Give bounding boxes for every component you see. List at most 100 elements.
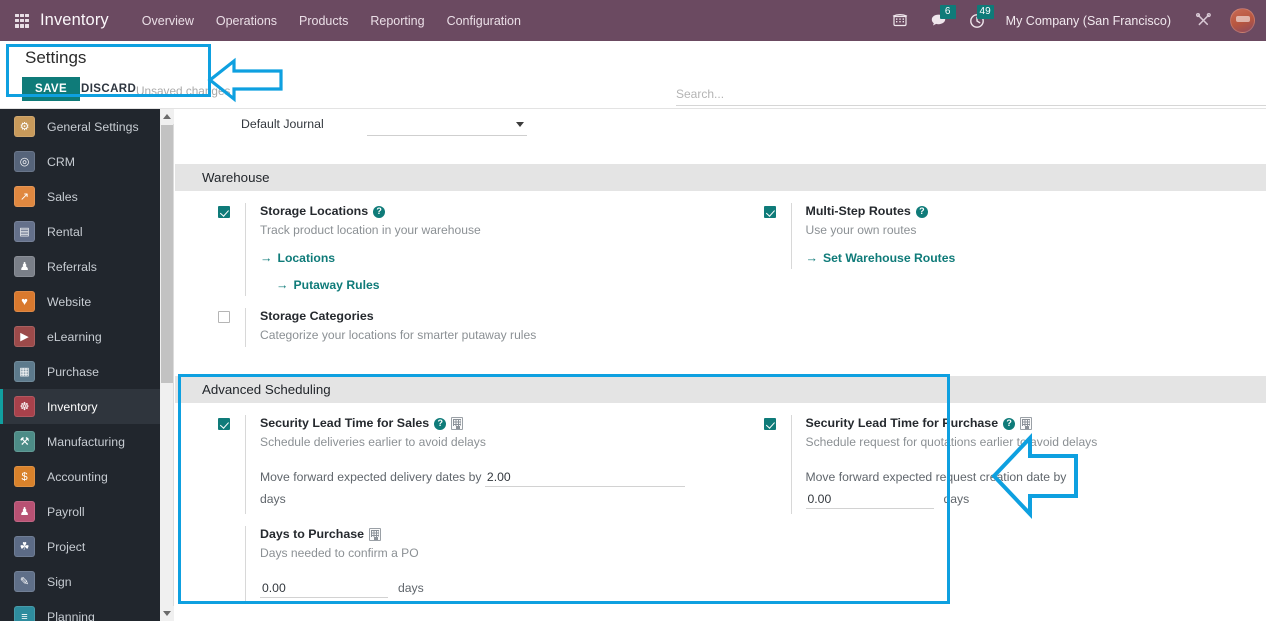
setting-body: Storage Categories Categorize your locati…: [245, 308, 721, 347]
security-lead-time-sales-input[interactable]: [484, 469, 685, 487]
link-set-warehouse-routes[interactable]: → Set Warehouse Routes: [806, 251, 1266, 265]
sidebar-item-referrals[interactable]: ♟ Referrals: [0, 249, 160, 284]
settings-sidebar: ⚙ General Settings ◎ CRM ↗ Sales ▤ Rental ♟ Refer…: [0, 109, 160, 621]
apps-grid-icon[interactable]: [15, 13, 29, 28]
sidebar-item-purchase[interactable]: ▦ Purchase: [0, 354, 160, 389]
company-selector[interactable]: My Company (San Francisco): [996, 14, 1184, 28]
setting-field-days-to-purchase: days: [260, 577, 721, 599]
sidebar-item-sign[interactable]: ✎ Sign: [0, 564, 160, 599]
link-putaway-rules[interactable]: → Putaway Rules: [276, 278, 721, 292]
setting-title: Multi-Step Routes?: [806, 203, 1266, 220]
sidebar-item-label: Website: [47, 294, 92, 309]
setting-title-text: Security Lead Time for Sales: [260, 416, 430, 430]
tools-icon[interactable]: [1184, 12, 1223, 29]
clock-activity-icon[interactable]: 49: [958, 4, 996, 29]
top-navbar: Inventory Overview Operations Products R…: [0, 0, 1266, 41]
setting-title-text: Storage Categories: [260, 309, 374, 323]
nav-configuration[interactable]: Configuration: [436, 8, 532, 34]
scroll-down-button[interactable]: [160, 606, 174, 621]
help-icon[interactable]: ?: [373, 205, 386, 218]
sidebar-item-label: General Settings: [47, 119, 139, 134]
arrow-right-icon: →: [805, 250, 819, 265]
link-label: Locations: [277, 251, 336, 265]
sidebar-item-label: Project: [47, 539, 86, 554]
nav-products[interactable]: Products: [288, 8, 359, 34]
sidebar-item-label: eLearning: [47, 329, 102, 344]
storage-locations-checkbox[interactable]: [218, 206, 230, 218]
scroll-up-button[interactable]: [160, 109, 174, 124]
crm-icon: ◎: [14, 151, 35, 172]
setting-title-text: Storage Locations: [260, 204, 369, 218]
search-input[interactable]: [676, 85, 1266, 106]
arrow-right-icon: →: [260, 250, 273, 265]
security-lead-time-purchase-checkbox[interactable]: [763, 418, 776, 430]
help-icon[interactable]: ?: [434, 417, 447, 430]
checkbox-column: [218, 203, 245, 296]
nav-reporting[interactable]: Reporting: [359, 8, 435, 34]
company-building-icon[interactable]: [369, 528, 381, 541]
security-lead-time-purchase-input[interactable]: [805, 491, 934, 509]
sidebar-item-rental[interactable]: ▤ Rental: [0, 214, 160, 249]
sidebar-item-accounting[interactable]: $ Accounting: [0, 459, 160, 494]
setting-description: Days needed to confirm a PO: [260, 546, 419, 560]
company-building-icon[interactable]: [1020, 417, 1033, 430]
setting-storage-categories: Storage Categories Categorize your locati…: [218, 296, 721, 347]
sidebar-item-payroll[interactable]: ♟ Payroll: [0, 494, 160, 529]
setting-title: Storage Categories: [260, 308, 721, 325]
multi-step-routes-checkbox[interactable]: [763, 206, 776, 218]
field-unit: days: [943, 492, 970, 506]
sidebar-item-sales[interactable]: ↗ Sales: [0, 179, 160, 214]
help-icon[interactable]: ?: [1003, 417, 1016, 430]
control-panel: Settings SAVE DISCARD Unsaved changes: [0, 41, 1266, 109]
sidebar-item-general-settings[interactable]: ⚙ General Settings: [0, 109, 160, 144]
sidebar-item-planning[interactable]: ≡ Planning: [0, 599, 160, 621]
settings-content: Default Journal Warehouse Storage Locatio…: [175, 109, 1266, 621]
setting-title-text: Security Lead Time for Purchase: [805, 416, 999, 430]
nav-overview[interactable]: Overview: [131, 8, 205, 34]
storage-categories-checkbox[interactable]: [218, 311, 230, 323]
setting-description: Track product location in your warehouse: [260, 223, 481, 237]
sidebar-item-label: Purchase: [47, 364, 99, 379]
setting-security-lead-time-purchase: Security Lead Time for Purchase? Schedule…: [763, 403, 1266, 514]
link-locations[interactable]: → Locations: [260, 251, 721, 265]
sign-icon: ✎: [14, 571, 35, 592]
help-icon[interactable]: ?: [915, 205, 928, 218]
messages-badge: 6: [939, 5, 956, 19]
link-label: Putaway Rules: [293, 278, 380, 292]
settings-sections: Warehouse Storage Locations? Track product…: [175, 164, 1266, 603]
setting-field-security-lead-time-sales: Move forward expected delivery dates by …: [260, 466, 721, 510]
setting-body: Security Lead Time for Purchase? Schedule…: [790, 415, 1266, 514]
company-building-icon[interactable]: [451, 417, 464, 430]
setting-days-to-purchase: Days to Purchase Days needed to confirm a…: [218, 514, 721, 603]
setting-body: Days to Purchase Days needed to confirm a…: [245, 526, 721, 603]
messages-icon[interactable]: 6: [919, 5, 958, 28]
phone-activity-icon[interactable]: [881, 13, 919, 28]
nav-operations[interactable]: Operations: [205, 8, 288, 34]
setting-title: Days to Purchase: [260, 526, 721, 543]
sidebar-item-label: Referrals: [47, 259, 97, 274]
sidebar-item-elearning[interactable]: ▶ eLearning: [0, 319, 160, 354]
days-to-purchase-input[interactable]: [260, 580, 388, 598]
sidebar-item-inventory[interactable]: ☸ Inventory: [0, 389, 160, 424]
sidebar-item-crm[interactable]: ◎ CRM: [0, 144, 160, 179]
setting-description: Categorize your locations for smarter pu…: [260, 328, 537, 342]
sidebar-item-project[interactable]: ☘ Project: [0, 529, 160, 564]
clock-badge: 49: [976, 4, 994, 19]
user-avatar[interactable]: [1230, 8, 1255, 33]
default-journal-select-wrap: [367, 115, 527, 136]
sidebar-scrollbar[interactable]: [160, 109, 174, 621]
default-journal-select[interactable]: [367, 115, 527, 136]
scrollbar-thumb[interactable]: [161, 125, 173, 383]
rental-icon: ▤: [14, 221, 35, 242]
app-brand-inventory[interactable]: Inventory: [40, 11, 109, 30]
section-warehouse: Warehouse Storage Locations? Track product…: [175, 164, 1266, 347]
security-lead-time-sales-checkbox[interactable]: [218, 418, 230, 430]
sidebar-item-manufacturing[interactable]: ⚒ Manufacturing: [0, 424, 160, 459]
referrals-icon: ♟: [14, 256, 35, 277]
checkbox-column: [763, 203, 791, 269]
website-icon: ♥: [14, 291, 35, 312]
accounting-icon: $: [14, 466, 35, 487]
sidebar-item-website[interactable]: ♥ Website: [0, 284, 160, 319]
setting-field-security-lead-time-purchase: Move forward expected request creation d…: [805, 466, 1266, 510]
setting-title-text: Days to Purchase: [260, 527, 364, 541]
